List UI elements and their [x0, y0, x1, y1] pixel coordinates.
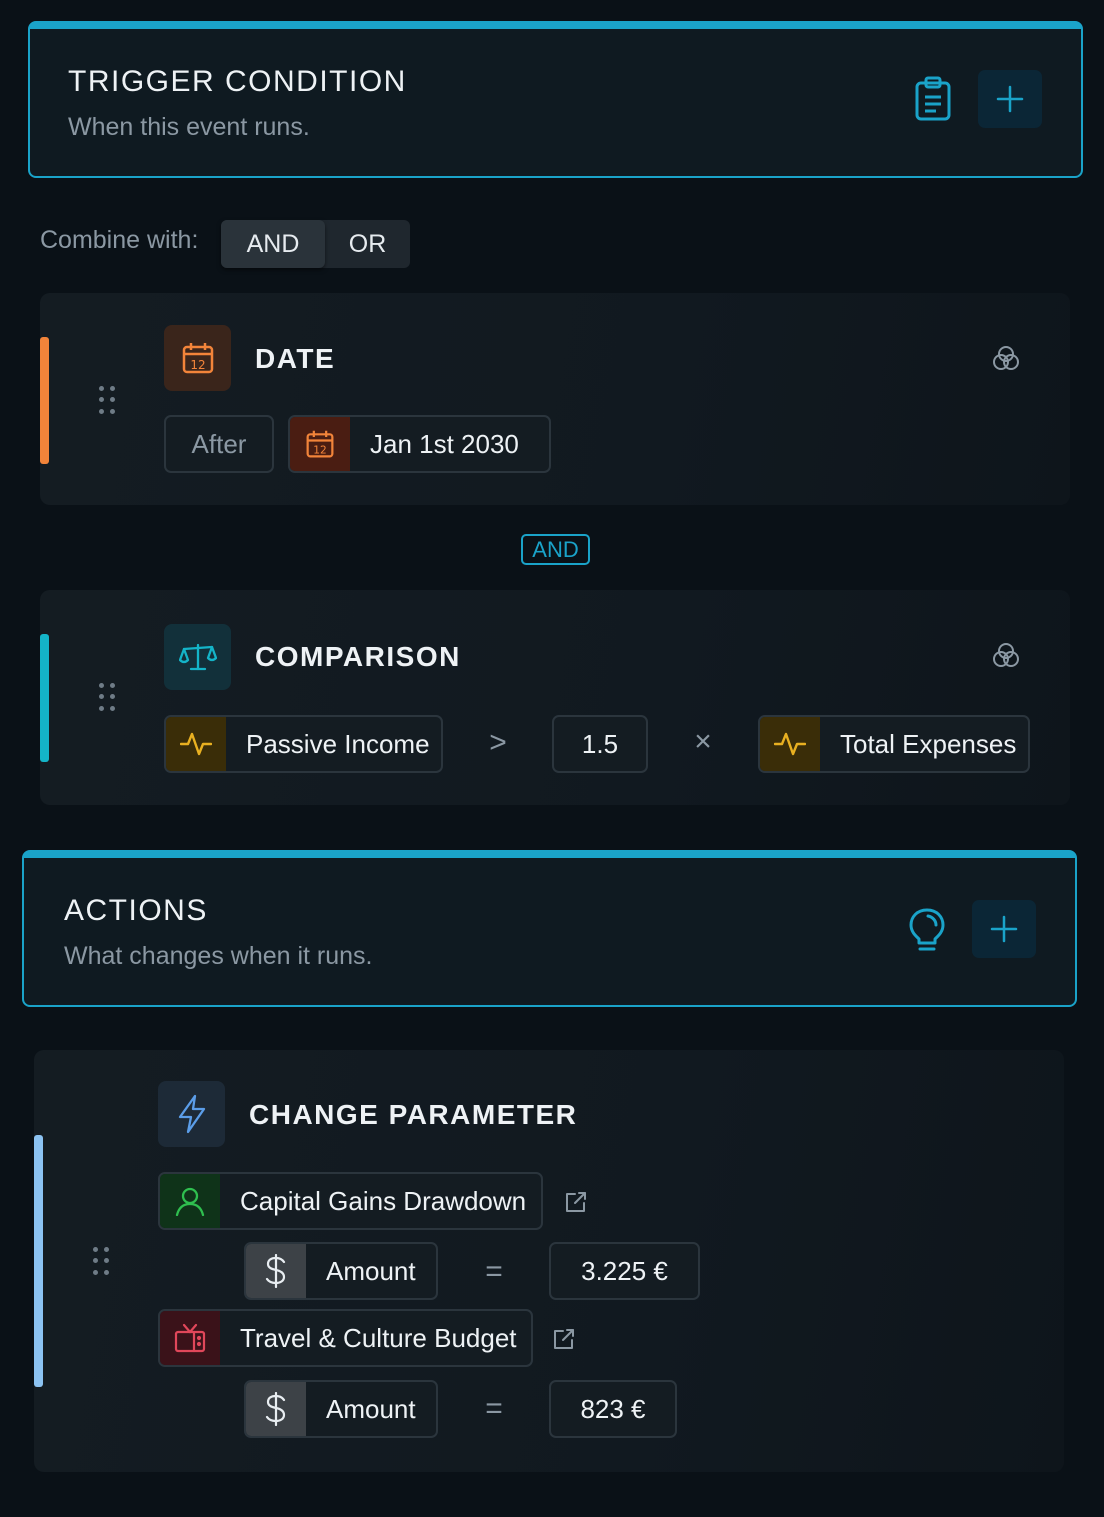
- drag-handle[interactable]: [96, 680, 118, 714]
- action-value-input[interactable]: 823 €: [549, 1380, 677, 1438]
- date-condition-card: 12 DATE After 12 Jan 1st 2030: [40, 293, 1070, 505]
- comparison-left-operand[interactable]: Passive Income: [164, 715, 443, 773]
- change-parameter-title: CHANGE PARAMETER: [249, 1099, 578, 1130]
- action-accent-bar: [34, 1135, 43, 1387]
- drag-handle[interactable]: [90, 1244, 112, 1278]
- equals-symbol: =: [485, 1255, 503, 1288]
- comparator-symbol[interactable]: >: [478, 726, 518, 760]
- drag-handle[interactable]: [96, 383, 118, 417]
- date-title: DATE: [255, 343, 336, 374]
- dollar-icon: [246, 1244, 306, 1298]
- comparison-accent-bar: [40, 634, 49, 762]
- comparison-condition-card: COMPARISON Passive Income > 1.5 × Total …: [40, 590, 1070, 805]
- date-operator-select[interactable]: After: [164, 415, 274, 473]
- comparison-title: COMPARISON: [255, 641, 461, 672]
- trigger-condition-card: TRIGGER CONDITION When this event runs.: [28, 21, 1083, 178]
- clipboard-icon[interactable]: [913, 75, 953, 123]
- equals-symbol: =: [485, 1392, 503, 1425]
- action-param-amount[interactable]: Amount: [244, 1242, 438, 1300]
- right-operand-label: Total Expenses: [840, 728, 1017, 759]
- actions-title: ACTIONS: [64, 894, 208, 927]
- calendar-icon: 12: [164, 325, 231, 391]
- scale-icon: [164, 624, 231, 690]
- lightning-icon: [158, 1081, 225, 1147]
- and-connector-badge: AND: [521, 534, 590, 565]
- combine-label: Combine with:: [40, 226, 199, 254]
- action-target-travel-culture[interactable]: Travel & Culture Budget: [158, 1309, 533, 1367]
- trigger-title: TRIGGER CONDITION: [68, 65, 407, 98]
- action-target-capital-gains[interactable]: Capital Gains Drawdown: [158, 1172, 543, 1230]
- actions-subtitle: What changes when it runs.: [64, 942, 373, 970]
- comparison-right-operand[interactable]: Total Expenses: [758, 715, 1030, 773]
- lightbulb-icon[interactable]: [907, 906, 947, 954]
- external-link-icon[interactable]: [552, 1327, 580, 1355]
- add-action-button[interactable]: [972, 900, 1036, 958]
- action-param-label: Amount: [326, 1255, 416, 1286]
- combine-and-option[interactable]: AND: [221, 220, 325, 268]
- combine-or-option[interactable]: OR: [325, 220, 410, 268]
- date-value-text: Jan 1st 2030: [370, 428, 519, 459]
- action-value-input[interactable]: 3.225 €: [549, 1242, 700, 1300]
- action-target-label: Travel & Culture Budget: [240, 1322, 517, 1353]
- rule-editor: TRIGGER CONDITION When this event runs. …: [0, 0, 1104, 1517]
- trigger-subtitle: When this event runs.: [68, 113, 310, 141]
- activity-icon: [166, 717, 226, 771]
- left-operand-label: Passive Income: [246, 728, 430, 759]
- date-value-field[interactable]: 12 Jan 1st 2030: [288, 415, 551, 473]
- calendar-day-label: 12: [190, 358, 205, 372]
- calendar-icon: 12: [290, 417, 350, 471]
- calendar-day-label: 12: [313, 445, 326, 457]
- action-param-label: Amount: [326, 1393, 416, 1424]
- user-icon: [160, 1174, 220, 1228]
- date-accent-bar: [40, 337, 49, 464]
- add-trigger-button[interactable]: [978, 70, 1042, 128]
- plus-icon: [990, 915, 1018, 943]
- dollar-icon: [246, 1382, 306, 1436]
- tv-icon: [160, 1311, 220, 1365]
- link-circles-icon[interactable]: [992, 642, 1020, 670]
- link-circles-icon[interactable]: [992, 345, 1020, 373]
- actions-card: ACTIONS What changes when it runs.: [22, 850, 1077, 1007]
- combine-toggle: AND OR: [221, 220, 410, 268]
- action-target-label: Capital Gains Drawdown: [240, 1185, 527, 1216]
- activity-icon: [760, 717, 820, 771]
- multiplier-input[interactable]: 1.5: [552, 715, 648, 773]
- external-link-icon[interactable]: [564, 1190, 592, 1218]
- plus-icon: [996, 85, 1024, 113]
- action-param-amount[interactable]: Amount: [244, 1380, 438, 1438]
- change-parameter-card: CHANGE PARAMETER Capital Gains Drawdown: [34, 1050, 1064, 1472]
- times-symbol: ×: [694, 725, 712, 758]
